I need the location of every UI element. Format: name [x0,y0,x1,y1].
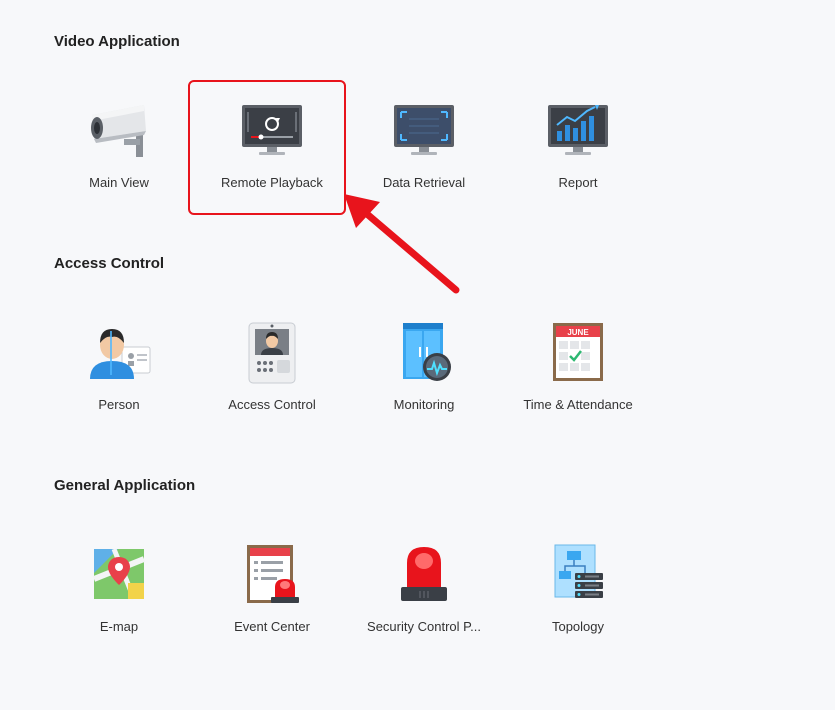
tile-label: Access Control [228,397,316,412]
section-title-access-control: Access Control [54,255,165,272]
tile-topology[interactable]: Topology [508,529,648,639]
tile-event-center[interactable]: Event Center [202,529,342,639]
siren-icon [389,539,459,609]
retrieval-monitor-icon [389,95,459,165]
highlight-box [188,80,346,215]
tile-label: Event Center [234,619,310,634]
tile-data-retrieval[interactable]: Data Retrieval [354,85,494,195]
tile-label: Person [98,397,140,412]
tile-label: Time & Attendance [523,397,633,412]
calendar-icon: JUNE [543,317,613,387]
tile-time-attendance[interactable]: JUNE Time & Attendance [508,307,648,417]
tile-e-map[interactable]: E-map [49,529,189,639]
tile-label: Security Control P... [367,619,481,634]
door-monitoring-icon [389,317,459,387]
tile-access-control[interactable]: Access Control [202,307,342,417]
tile-security-control-panel[interactable]: Security Control P... [354,529,494,639]
calendar-month-text: JUNE [567,328,589,337]
tile-label: Report [558,175,598,190]
tile-label: Main View [89,175,149,190]
camera-icon [84,95,154,165]
tile-report[interactable]: Report [508,85,648,195]
person-card-icon [84,317,154,387]
arrow-annotation [344,194,460,294]
section-title-general-application: General Application [54,477,196,494]
map-pin-icon [84,539,154,609]
tile-label: Monitoring [393,397,455,412]
tile-monitoring[interactable]: Monitoring [354,307,494,417]
topology-icon [543,539,613,609]
section-title-video-application: Video Application [54,33,180,50]
door-intercom-icon [237,317,307,387]
tile-main-view[interactable]: Main View [49,85,189,195]
report-chart-icon [543,95,613,165]
tile-label: Topology [551,619,605,634]
event-alarm-icon [237,539,307,609]
tile-person[interactable]: Person [49,307,189,417]
tile-label: E-map [99,619,139,634]
